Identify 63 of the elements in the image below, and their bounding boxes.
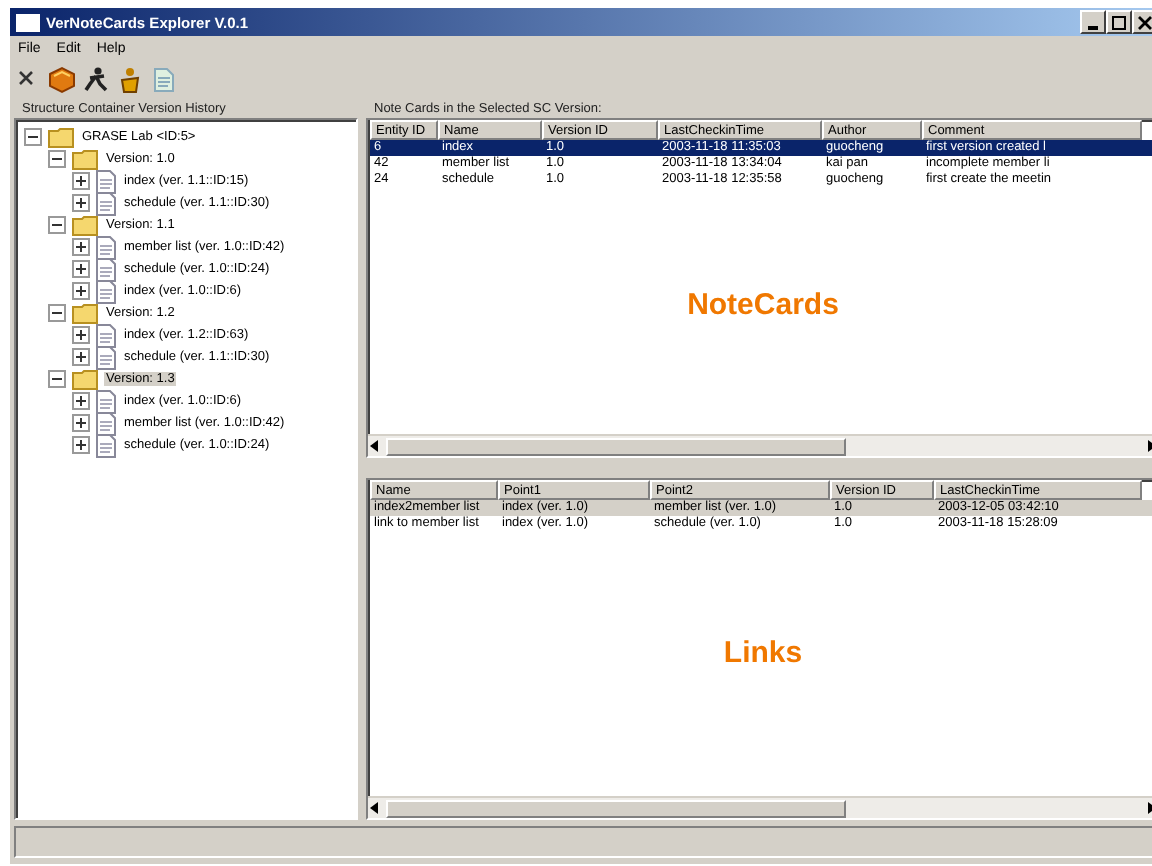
- caption-label: NoteCards: [687, 288, 839, 322]
- plus-icon: [74, 196, 88, 210]
- document-icon: [96, 345, 116, 369]
- window-icon: [16, 13, 40, 31]
- close-button[interactable]: [1132, 10, 1152, 34]
- left-arrow-icon: [368, 800, 382, 816]
- maximize-button[interactable]: [1106, 10, 1132, 34]
- collapse-toggle[interactable]: [48, 370, 66, 388]
- document-icon: [96, 433, 116, 457]
- collapse-toggle[interactable]: [48, 150, 66, 168]
- document-icon: [96, 389, 116, 413]
- expand-toggle[interactable]: [72, 282, 90, 300]
- plus-icon: [74, 350, 88, 364]
- folder-icon: [72, 368, 98, 390]
- left-arrow-icon: [368, 438, 382, 454]
- folder-icon: [48, 126, 74, 148]
- running-figure-button[interactable]: [82, 66, 110, 94]
- collapse-toggle[interactable]: [24, 128, 42, 146]
- expand-toggle[interactable]: [72, 172, 90, 190]
- collapse-toggle[interactable]: [48, 304, 66, 322]
- document-icon: [96, 191, 116, 215]
- scroll-thumb[interactable]: [386, 799, 846, 817]
- plus-icon: [74, 284, 88, 298]
- expand-toggle[interactable]: [72, 326, 90, 344]
- plus-icon: [74, 394, 88, 408]
- document-icon: [96, 279, 116, 303]
- scroll-thumb[interactable]: [386, 437, 846, 455]
- document-icon: [96, 323, 116, 347]
- document-icon: [96, 235, 116, 259]
- expand-toggle[interactable]: [72, 392, 90, 410]
- folder-icon: [72, 214, 98, 236]
- maximize-icon: [1112, 15, 1126, 29]
- folder-icon: [72, 302, 98, 324]
- minus-icon: [50, 306, 64, 320]
- expand-toggle[interactable]: [72, 436, 90, 454]
- expand-toggle[interactable]: [72, 238, 90, 256]
- caption-label: Links: [723, 636, 803, 670]
- document-icon: [96, 257, 116, 281]
- plus-icon: [74, 438, 88, 452]
- expand-toggle[interactable]: [72, 348, 90, 366]
- horizontal-scrollbar[interactable]: [368, 796, 1152, 818]
- expand-toggle[interactable]: [72, 414, 90, 432]
- minimize-icon: [1088, 26, 1098, 30]
- plus-icon: [74, 328, 88, 342]
- document-icon: [96, 169, 116, 193]
- plus-icon: [74, 174, 88, 188]
- collapse-toggle[interactable]: [48, 216, 66, 234]
- plus-icon: [74, 240, 88, 254]
- folder-icon: [72, 148, 98, 170]
- running-figure-icon: [82, 66, 110, 94]
- minimize-button[interactable]: [1080, 10, 1106, 34]
- minus-icon: [50, 218, 64, 232]
- horizontal-scrollbar[interactable]: [368, 434, 1152, 456]
- document-icon: [96, 411, 116, 435]
- document-icon: [150, 66, 178, 94]
- close-icon: [1138, 15, 1152, 29]
- minus-icon: [50, 372, 64, 386]
- figure-button[interactable]: [116, 66, 144, 94]
- plus-icon: [74, 262, 88, 276]
- figure-icon: [116, 66, 144, 94]
- expand-toggle[interactable]: [72, 260, 90, 278]
- expand-toggle[interactable]: [72, 194, 90, 212]
- plus-icon: [74, 416, 88, 430]
